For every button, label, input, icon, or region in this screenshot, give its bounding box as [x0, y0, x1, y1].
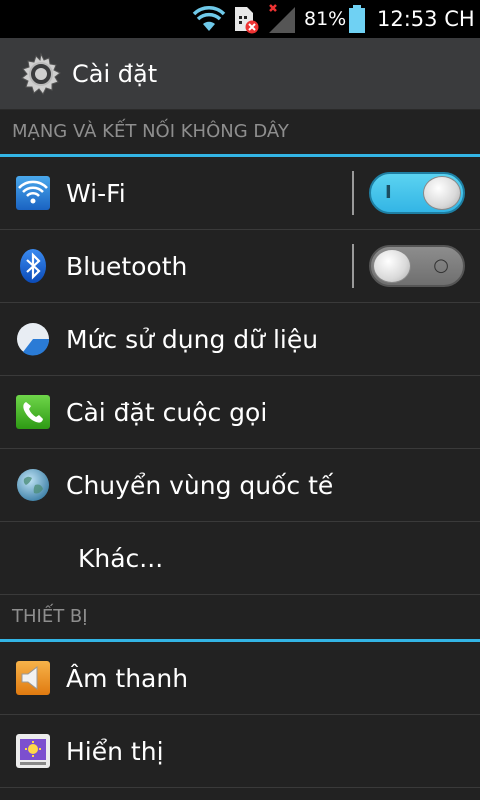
toggle-on-mark-icon: I: [385, 182, 392, 203]
gear-icon[interactable]: [18, 51, 64, 97]
settings-list: MẠNG VÀ KẾT NỐI KHÔNG DÂY Wi-Fi I Blueto…: [0, 110, 480, 788]
globe-icon: [15, 467, 51, 503]
settings-item-label: Cài đặt cuộc gọi: [66, 398, 268, 427]
settings-item-roaming[interactable]: Chuyển vùng quốc tế: [0, 449, 480, 522]
vertical-divider: [352, 244, 354, 288]
status-clock: 12:53 CH: [377, 7, 475, 31]
settings-item-label: Âm thanh: [66, 664, 189, 693]
settings-item-label: Wi-Fi: [66, 179, 126, 208]
section-header-device: THIẾT BỊ: [0, 595, 480, 642]
wifi-icon: [15, 175, 51, 211]
cell-signal-none-icon: [266, 0, 298, 38]
settings-item-label: Mức sử dụng dữ liệu: [66, 325, 319, 354]
settings-item-label: Bluetooth: [66, 252, 188, 281]
speaker-icon: [15, 660, 51, 696]
wifi-toggle[interactable]: I: [369, 172, 465, 214]
battery-percent: 81%: [304, 8, 347, 30]
settings-item-sound[interactable]: Âm thanh: [0, 642, 480, 715]
wifi-signal-icon: [192, 0, 226, 38]
settings-item-more[interactable]: Khác...: [0, 522, 480, 595]
display-icon: [15, 733, 51, 769]
section-header-wireless: MẠNG VÀ KẾT NỐI KHÔNG DÂY: [0, 110, 480, 157]
settings-item-label: Khác...: [78, 544, 164, 573]
settings-item-label: Hiển thị: [66, 737, 164, 766]
battery-icon: [348, 0, 366, 38]
sim-error-icon: [232, 0, 260, 38]
settings-item-call-settings[interactable]: Cài đặt cuộc gọi: [0, 376, 480, 449]
phone-icon: [15, 394, 51, 430]
data-usage-icon: [15, 321, 51, 357]
settings-item-bluetooth[interactable]: Bluetooth ○: [0, 230, 480, 303]
action-bar: Cài đặt: [0, 38, 480, 110]
toggle-off-mark-icon: ○: [433, 255, 449, 276]
bluetooth-toggle[interactable]: ○: [369, 245, 465, 287]
settings-item-display[interactable]: Hiển thị: [0, 715, 480, 788]
page-title: Cài đặt: [72, 60, 158, 88]
toggle-knob: [423, 176, 461, 210]
settings-item-label: Chuyển vùng quốc tế: [66, 471, 334, 500]
settings-item-data-usage[interactable]: Mức sử dụng dữ liệu: [0, 303, 480, 376]
vertical-divider: [352, 171, 354, 215]
status-bar: 81% 12:53 CH: [0, 0, 480, 38]
bluetooth-icon: [15, 248, 51, 284]
toggle-knob: [373, 249, 411, 283]
settings-item-wifi[interactable]: Wi-Fi I: [0, 157, 480, 230]
